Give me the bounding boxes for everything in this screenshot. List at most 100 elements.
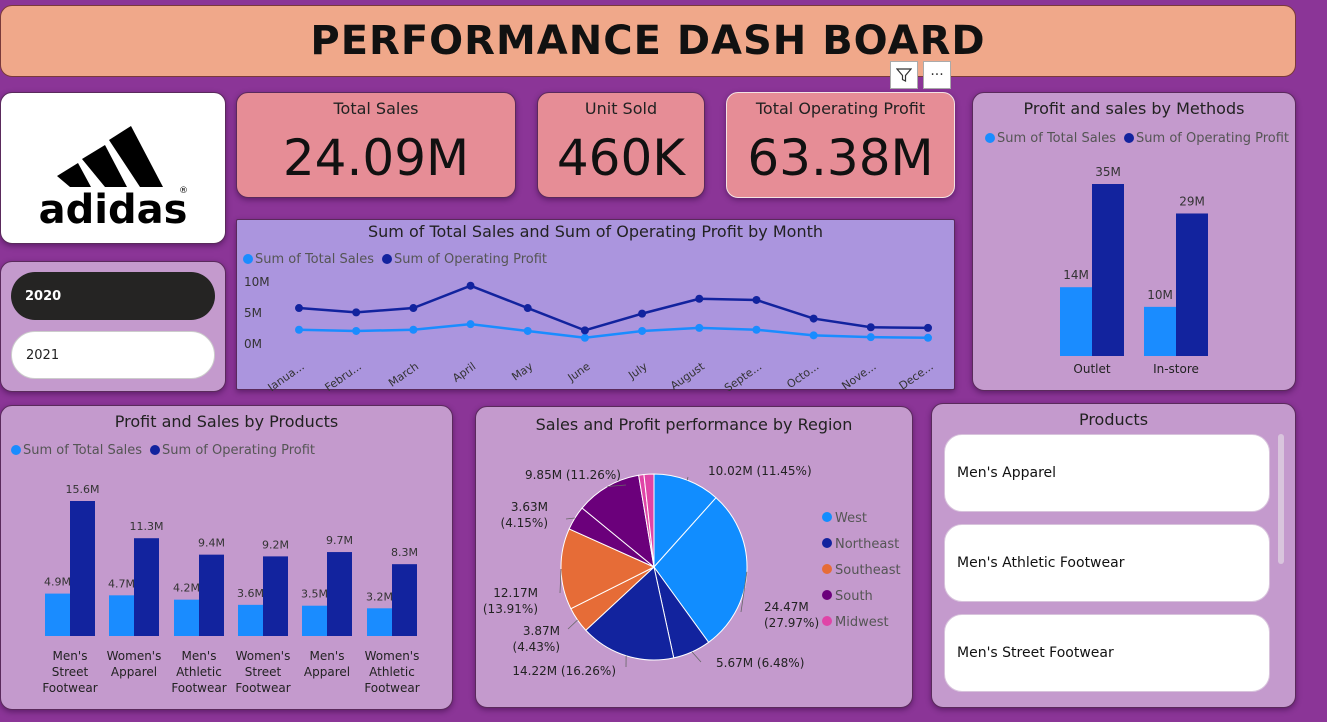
legend-marker — [822, 564, 832, 574]
data-label: 10M — [1147, 288, 1173, 302]
data-point — [638, 326, 647, 335]
leader-line — [565, 517, 575, 520]
data-point — [580, 333, 589, 342]
kpi-total-sales[interactable]: Total Sales 24.09M — [236, 92, 516, 198]
data-point — [809, 314, 818, 323]
x-tick-label: Footwear — [42, 681, 97, 695]
leader-line — [691, 651, 702, 663]
year-option-2021[interactable]: 2021 — [11, 331, 215, 379]
slicer-title: Products — [1078, 410, 1149, 429]
data-label: 4.2M — [173, 582, 200, 595]
data-point — [695, 294, 704, 303]
legend-marker — [822, 616, 832, 626]
y-tick-label: 5M — [244, 306, 262, 320]
data-label: 12.17M — [493, 586, 538, 600]
year-option-label: 2021 — [26, 347, 60, 363]
data-label: 3.2M — [366, 590, 393, 603]
x-tick-label: Octo... — [784, 360, 821, 391]
data-point — [924, 323, 932, 332]
year-option-label: 2020 — [25, 288, 62, 304]
x-tick-label: Apparel — [111, 665, 157, 679]
bar — [134, 538, 159, 636]
data-label: (13.91%) — [483, 602, 538, 616]
bar — [367, 608, 392, 636]
leader-line — [559, 568, 562, 594]
x-tick-label: Men's — [310, 649, 345, 663]
bar — [263, 556, 288, 636]
data-label: 9.7M — [326, 534, 353, 547]
x-tick-label: June — [565, 360, 593, 385]
kpi-total-operating-profit[interactable]: Total Operating Profit 63.38M — [726, 92, 955, 198]
x-tick-label: July — [625, 360, 650, 383]
visual-header: ··· — [890, 61, 951, 89]
data-label: 3.6M — [237, 587, 264, 600]
product-option-mens-apparel[interactable]: Men's Apparel — [944, 434, 1270, 512]
data-point — [295, 304, 303, 313]
pie-chart-plot: 10.02M (11.45%) 24.47M (27.97%) 5.67M (6.48… — [483, 464, 901, 678]
data-label: 14M — [1063, 268, 1089, 282]
bar — [392, 564, 417, 636]
products-bar-plot: 4.9M 15.6M Men's Street Footwear 4.7M 11.3M Wom… — [42, 483, 419, 695]
data-point — [295, 325, 303, 334]
x-tick-label: Men's — [53, 649, 88, 663]
x-tick-label: Footwear — [364, 681, 419, 695]
data-point — [409, 304, 418, 313]
x-tick-label: March — [386, 360, 421, 390]
products-bar-chart[interactable]: Profit and Sales by Products Sum of Tota… — [0, 405, 453, 710]
legend-marker — [822, 538, 832, 548]
slicer-scrollbar[interactable] — [1278, 434, 1284, 564]
region-pie-chart[interactable]: Sales and Profit performance by Region 1… — [475, 406, 913, 708]
x-tick-label: Athletic — [369, 665, 415, 679]
data-point — [352, 326, 361, 335]
data-point — [866, 333, 875, 342]
kpi-label: Unit Sold — [584, 99, 658, 118]
data-point — [809, 331, 818, 340]
data-label: 11.3M — [130, 520, 164, 533]
year-slicer: 2020 2021 — [0, 261, 226, 392]
product-option-mens-athletic-footwear[interactable]: Men's Athletic Footwear — [944, 524, 1270, 602]
x-tick-label: Janua... — [265, 360, 307, 391]
bar — [1176, 213, 1208, 356]
x-tick-label: May — [509, 360, 535, 384]
data-point — [866, 323, 875, 332]
kpi-value: 24.09M — [282, 129, 470, 187]
bar — [70, 501, 95, 636]
dashboard-title-bar: PERFORMANCE DASH BOARD — [0, 5, 1296, 77]
monthly-line-chart[interactable]: Sum of Total Sales and Sum of Operating … — [236, 219, 955, 391]
legend-label: Southeast — [835, 563, 901, 578]
methods-bar-chart[interactable]: Profit and sales by Methods Sum of Total… — [972, 92, 1296, 391]
leader-line — [567, 619, 578, 630]
registered-mark: ® — [179, 186, 188, 196]
page-title: PERFORMANCE DASH BOARD — [310, 18, 986, 64]
x-tick-label: Street — [52, 665, 89, 679]
kpi-value: 460K — [556, 129, 686, 187]
x-tick-label: In-store — [1153, 362, 1199, 376]
x-tick-label: Men's — [182, 649, 217, 663]
y-tick-label: 0M — [244, 337, 262, 351]
data-label: 9.2M — [262, 538, 289, 551]
bar — [1060, 287, 1092, 356]
bar — [174, 599, 199, 636]
adidas-logo: adidas ® — [39, 126, 188, 233]
bar — [302, 605, 327, 636]
filter-icon[interactable] — [890, 61, 918, 89]
data-label: 3.87M — [523, 624, 560, 638]
x-tick-label: Athletic — [176, 665, 222, 679]
data-label: 35M — [1095, 165, 1121, 179]
year-option-2020[interactable]: 2020 — [11, 272, 215, 320]
logo-wordmark: adidas — [39, 187, 188, 233]
bar — [1144, 306, 1176, 356]
more-options-icon[interactable]: ··· — [923, 61, 951, 89]
product-option-mens-street-footwear[interactable]: Men's Street Footwear — [944, 614, 1270, 692]
data-point — [523, 304, 532, 313]
data-label: 3.5M — [301, 588, 328, 601]
data-point — [409, 325, 418, 334]
x-tick-label: August — [668, 359, 708, 391]
kpi-label: Total Sales — [333, 99, 419, 118]
data-label: 8.3M — [391, 546, 418, 559]
data-point — [638, 309, 647, 318]
kpi-unit-sold[interactable]: Unit Sold 460K — [537, 92, 705, 198]
methods-bar-plot: 14M 35M Outlet 10M 29M In-store — [1060, 165, 1208, 376]
data-label: 9.85M (11.26%) — [525, 468, 621, 482]
data-point — [580, 326, 589, 335]
